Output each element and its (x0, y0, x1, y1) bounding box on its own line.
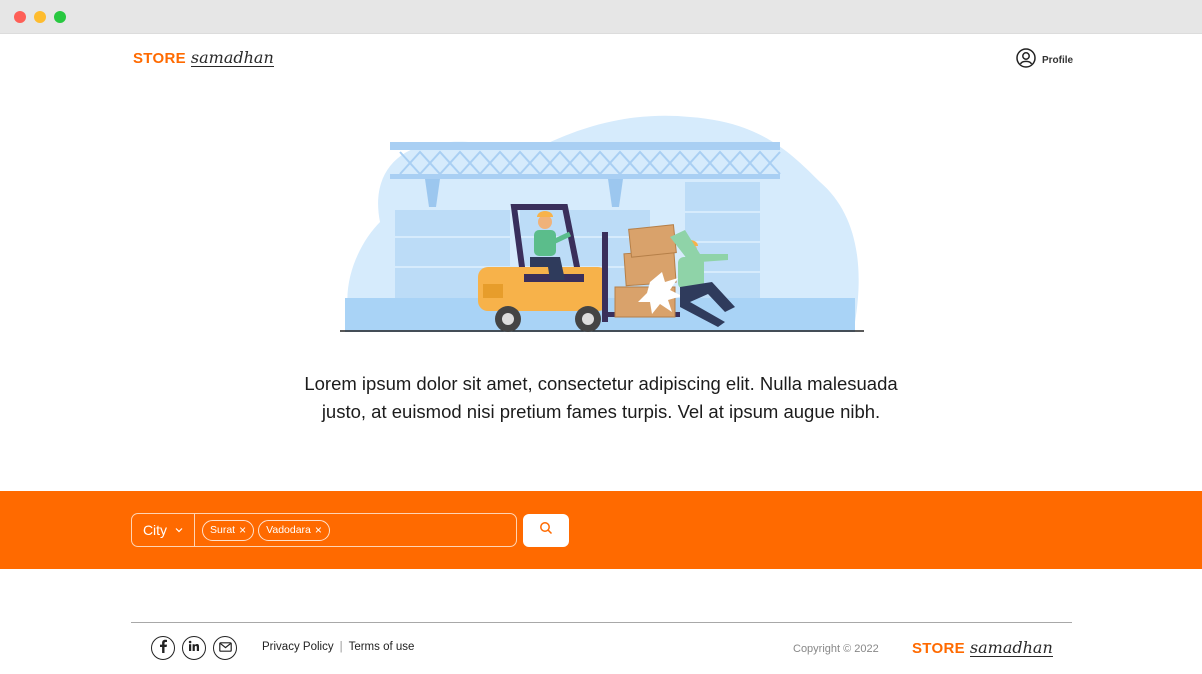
maximize-window-button[interactable] (54, 11, 66, 23)
hero-illustration (340, 112, 864, 334)
logo-samadhan-text: samadhan (190, 48, 274, 67)
close-window-button[interactable] (14, 11, 26, 23)
city-select[interactable]: City (132, 514, 195, 546)
footer-links: Privacy Policy | Terms of use (262, 641, 414, 653)
footer-divider (131, 622, 1072, 623)
city-chip-label: Vadodara (266, 524, 311, 536)
city-chip: Surat × (202, 519, 255, 541)
search-button[interactable] (523, 514, 569, 547)
mail-icon (218, 639, 232, 657)
city-chip: Vadodara × (258, 519, 330, 541)
window-titlebar (0, 0, 1202, 34)
mail-link[interactable] (213, 636, 237, 660)
profile-icon (1016, 48, 1036, 73)
logo-store-text: STORE (912, 640, 965, 657)
browser-window: STORE samadhan Profile Lorem ipsum dolor… (0, 0, 1202, 674)
privacy-policy-link[interactable]: Privacy Policy (262, 641, 334, 653)
city-chip-label: Surat (210, 524, 236, 536)
city-chips: Surat × Vadodara × (195, 519, 330, 541)
search-icon (539, 521, 553, 540)
minimize-window-button[interactable] (34, 11, 46, 23)
terms-of-use-link[interactable]: Terms of use (349, 641, 415, 653)
chevron-down-icon (175, 525, 183, 535)
footer-logo[interactable]: STORE samadhan (912, 640, 1053, 657)
facebook-icon (158, 639, 168, 658)
close-icon[interactable]: × (315, 524, 322, 536)
close-icon[interactable]: × (239, 524, 246, 536)
search-box[interactable]: City Surat × Vadodara × (131, 513, 517, 547)
city-select-label: City (142, 522, 168, 538)
footer-link-separator: | (339, 641, 343, 653)
logo-store-text: STORE (133, 50, 186, 67)
logo-samadhan-text: samadhan (969, 638, 1053, 657)
facebook-link[interactable] (151, 636, 175, 660)
header-logo[interactable]: STORE samadhan (133, 50, 274, 67)
profile-button[interactable]: Profile (1016, 48, 1073, 73)
hero-description: Lorem ipsum dolor sit amet, consectetur … (304, 373, 898, 422)
linkedin-link[interactable] (182, 636, 206, 660)
search-band: City Surat × Vadodara × (0, 491, 1202, 569)
profile-label: Profile (1042, 55, 1074, 66)
linkedin-icon (188, 639, 200, 657)
copyright-text: Copyright © 2022 (793, 643, 879, 655)
